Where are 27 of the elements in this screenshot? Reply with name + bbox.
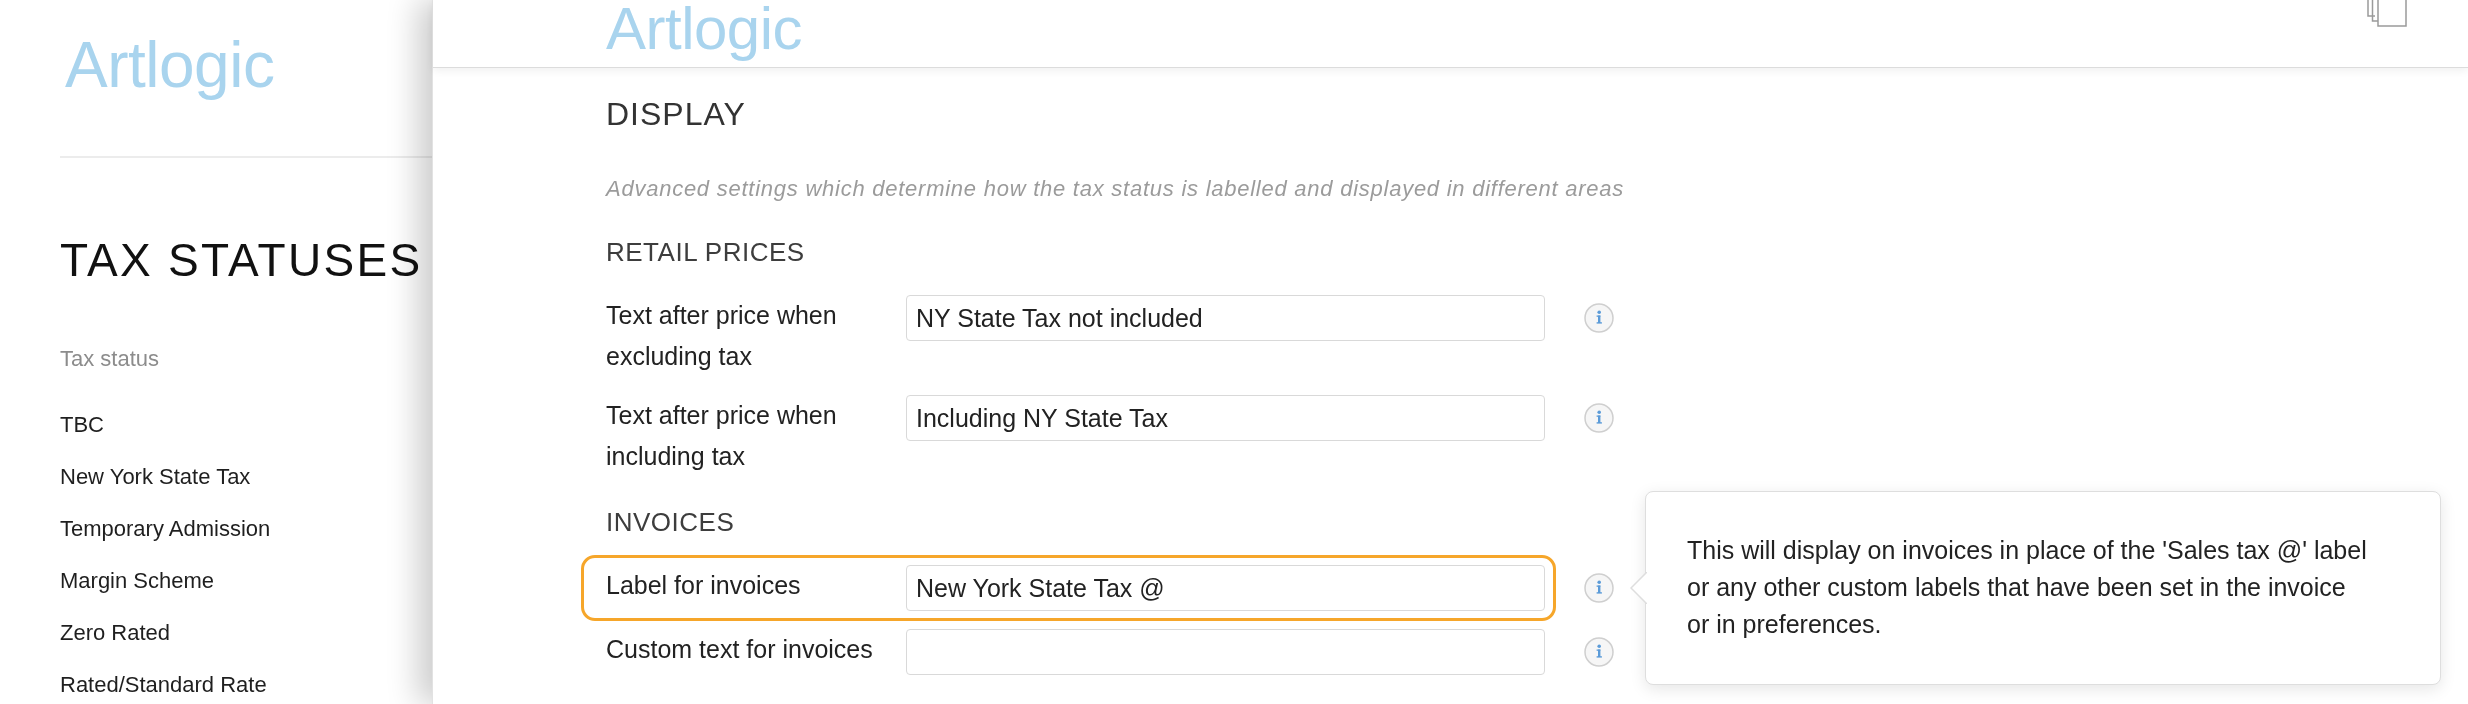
text-field[interactable]: Including NY State Tax <box>906 395 1545 441</box>
text-field[interactable]: New York State Tax @ <box>906 565 1545 611</box>
copy-icon[interactable] <box>2366 0 2408 27</box>
section-heading: RETAIL PRICES <box>606 236 805 268</box>
text-field[interactable]: NY State Tax not included <box>906 295 1545 341</box>
field-label: Text after price when including tax <box>606 400 838 472</box>
logo: Artlogic <box>64 30 275 100</box>
field-label: Text after price when excluding tax <box>606 300 838 372</box>
field-label: Custom text for invoices <box>606 634 874 665</box>
page-title: TAX STATUSES <box>60 233 423 288</box>
list-item[interactable]: TBC <box>60 410 104 440</box>
text-field[interactable] <box>906 629 1545 675</box>
description-text: Advanced settings which determine how the tax status is labelled and displayed in different areas <box>606 175 1625 203</box>
field-label: Label for invoices <box>606 570 802 601</box>
list-item[interactable]: Zero Rated <box>60 618 171 648</box>
section-heading: INVOICES <box>606 506 735 538</box>
info-icon[interactable] <box>1584 637 1614 667</box>
list-item[interactable]: Margin Scheme <box>60 566 215 596</box>
panel-heading: DISPLAY <box>606 95 746 134</box>
list-item[interactable]: Temporary Admission <box>60 514 271 544</box>
list-item[interactable]: New York State Tax <box>60 462 251 492</box>
info-icon[interactable] <box>1584 403 1614 433</box>
tooltip-text: This will display on invoices in place of the 'Sales tax @' label or any other custom labels that have been set in the invoice or in preferences. <box>1687 535 2368 640</box>
column-header: Tax status <box>60 345 160 373</box>
info-icon[interactable] <box>1584 573 1614 603</box>
info-icon[interactable] <box>1584 303 1614 333</box>
list-item[interactable]: Rated/Standard Rate <box>60 670 267 700</box>
